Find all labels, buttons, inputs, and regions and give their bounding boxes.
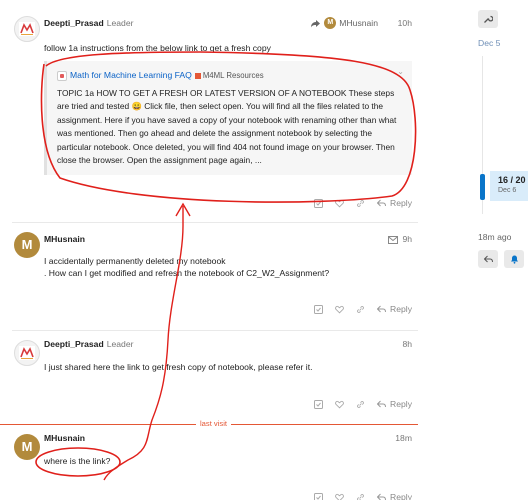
post-time[interactable]: 18m [395, 432, 412, 444]
heart-icon[interactable] [335, 199, 344, 208]
avatar-mhusnain[interactable]: M [14, 434, 40, 460]
heart-icon[interactable] [335, 493, 344, 500]
avatar-deepti[interactable] [14, 340, 40, 366]
timeline-post-count: 16 / 20 [498, 175, 526, 185]
topic-stream: Deepti_Prasad Leader M MHusnain 10h follo… [0, 0, 418, 500]
m4ml-logo-icon [19, 346, 35, 360]
reply-to-indicator[interactable]: M MHusnain [310, 17, 378, 29]
onebox-category[interactable]: M4ML Resources [203, 71, 264, 80]
avatar-deepti[interactable] [14, 16, 40, 42]
reply-icon [377, 199, 387, 207]
timeline-position-date: Dec 6 [498, 187, 517, 194]
reply-to-username: MHusnain [339, 18, 378, 28]
user-flair: Leader [106, 339, 134, 349]
heart-icon[interactable] [335, 305, 344, 314]
onebox-title-link[interactable]: Math for Machine Learning FAQ [70, 70, 192, 80]
username[interactable]: Deepti_Prasad [44, 18, 104, 28]
post-body: follow 1a instructions from the below li… [44, 43, 271, 53]
username[interactable]: Deepti_Prasad [44, 339, 104, 349]
envelope-icon [388, 235, 399, 244]
share-reply-icon [311, 19, 321, 27]
site-favicon-icon [57, 70, 67, 81]
post-mhusnain-2: M MHusnain 18m where is the link? Reply [0, 425, 418, 500]
reply-button[interactable]: Reply [377, 492, 412, 500]
timeline-start-date[interactable]: Dec 5 [478, 38, 500, 48]
reply-label: Reply [390, 399, 412, 409]
bookmark-icon[interactable] [314, 492, 324, 500]
post-actions: Reply [314, 490, 412, 500]
reply-button[interactable]: Reply [377, 198, 412, 208]
post-meta: MHusnain [44, 233, 85, 245]
timeline-last-activity[interactable]: 18m ago [478, 232, 511, 242]
user-flair: Leader [106, 18, 134, 28]
post-time[interactable]: 9h [402, 234, 412, 244]
post-meta: Deepti_Prasad Leader [44, 338, 133, 350]
post-body: I just shared here the link to get fresh… [44, 362, 313, 372]
reply-label: Reply [390, 492, 412, 500]
link-onebox[interactable]: Math for Machine Learning FAQ M4ML Resour… [44, 61, 412, 175]
reply-icon [377, 400, 387, 408]
post-meta: MHusnain [44, 432, 85, 444]
timeline-scroll-handle[interactable] [480, 174, 485, 200]
timeline-position[interactable]: 16 / 20 Dec 6 [490, 171, 528, 201]
bookmark-icon[interactable] [314, 198, 324, 208]
category-color-icon [194, 72, 201, 79]
chevron-down-icon[interactable]: ⌄ [397, 67, 404, 76]
username[interactable]: MHusnain [44, 234, 85, 244]
reply-icon [377, 493, 387, 500]
link-icon[interactable] [356, 199, 365, 208]
post-time[interactable]: 10h [398, 17, 412, 29]
wrench-icon [484, 15, 493, 23]
topic-timeline: Dec 5 16 / 20 Dec 6 18m ago [462, 0, 528, 500]
heart-icon[interactable] [335, 400, 344, 409]
post-deepti-1: Deepti_Prasad Leader M MHusnain 10h follo… [0, 0, 418, 222]
post-body: where is the link? [44, 456, 111, 466]
avatar-mhusnain[interactable]: M [14, 232, 40, 258]
post-actions: Reply [314, 302, 412, 316]
onebox-excerpt: TOPIC 1a HOW TO GET A FRESH OR LATEST VE… [57, 88, 397, 166]
post-deepti-2: Deepti_Prasad Leader 8h I just shared her… [0, 330, 418, 422]
post-actions: Reply [314, 397, 412, 411]
notification-button[interactable] [504, 250, 524, 268]
bookmark-icon[interactable] [314, 399, 324, 409]
bookmark-icon[interactable] [314, 304, 324, 314]
link-icon[interactable] [356, 400, 365, 409]
onebox-header: Math for Machine Learning FAQ M4ML Resour… [57, 69, 264, 81]
post-actions: Reply [314, 196, 412, 210]
reply-label: Reply [390, 304, 412, 314]
reply-label: Reply [390, 198, 412, 208]
post-time-group: 9h [388, 233, 412, 245]
post-body-line-2: . How can I get modified and refresh the… [44, 268, 330, 278]
post-mhusnain-1: M MHusnain 9h I accidentally permanently… [0, 222, 418, 330]
username[interactable]: MHusnain [44, 433, 85, 443]
reply-button[interactable]: Reply [377, 399, 412, 409]
post-meta: Deepti_Prasad Leader [44, 17, 133, 29]
reply-to-avatar: M [324, 17, 337, 29]
post-time[interactable]: 8h [402, 338, 412, 350]
bell-icon [510, 255, 518, 264]
m4ml-logo-icon [19, 22, 35, 36]
admin-wrench-button[interactable] [478, 10, 498, 28]
reply-button[interactable]: Reply [377, 304, 412, 314]
timeline-reply-button[interactable] [478, 250, 498, 268]
link-icon[interactable] [356, 493, 365, 500]
link-icon[interactable] [356, 305, 365, 314]
reply-icon [377, 305, 387, 313]
reply-icon [483, 255, 493, 263]
